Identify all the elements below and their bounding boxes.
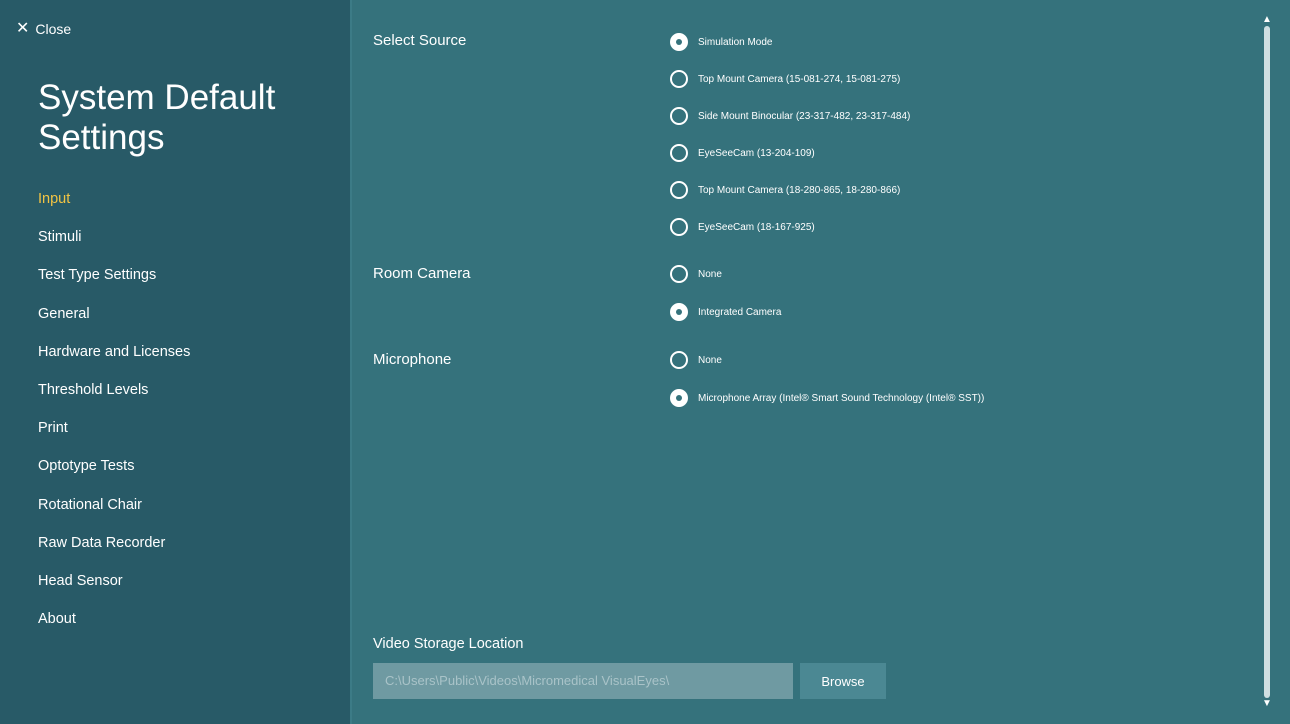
- radio-circle: [670, 351, 688, 369]
- video-storage-label: Video Storage Location: [373, 636, 524, 652]
- radio-label: Simulation Mode: [698, 36, 773, 48]
- radio-label: None: [698, 268, 722, 280]
- select-source-label: Select Source: [373, 32, 467, 49]
- room-camera-radio-none[interactable]: None: [670, 264, 722, 284]
- radio-label: EyeSeeCam (13-204-109): [698, 147, 815, 159]
- nav-item-print[interactable]: Print: [38, 417, 190, 455]
- radio-label: Side Mount Binocular (23-317-482, 23-317…: [698, 110, 911, 122]
- source-radio-top-mount-camera-1[interactable]: Top Mount Camera (15-081-274, 15-081-275…: [670, 69, 900, 89]
- radio-circle: [670, 265, 688, 283]
- source-radio-eyeseecam-2[interactable]: EyeSeeCam (18-167-925): [670, 217, 815, 237]
- close-label: Close: [35, 21, 72, 37]
- close-button[interactable]: ✕ Close: [16, 20, 72, 38]
- browse-button[interactable]: Browse: [800, 663, 886, 699]
- room-camera-label: Room Camera: [373, 265, 471, 282]
- radio-label: Top Mount Camera (15-081-274, 15-081-275…: [698, 73, 901, 85]
- radio-label: EyeSeeCam (18-167-925): [698, 221, 815, 233]
- radio-circle: [670, 33, 688, 51]
- microphone-radio-none[interactable]: None: [670, 350, 722, 370]
- nav-item-stimuli[interactable]: Stimuli: [38, 226, 190, 264]
- radio-label: None: [698, 354, 722, 366]
- microphone-label: Microphone: [373, 351, 452, 368]
- nav-item-threshold-levels[interactable]: Threshold Levels: [38, 379, 190, 417]
- source-radio-simulation-mode[interactable]: Simulation Mode: [670, 32, 772, 52]
- radio-circle: [670, 218, 688, 236]
- room-camera-radio-integrated[interactable]: Integrated Camera: [670, 302, 781, 322]
- radio-circle: [670, 144, 688, 162]
- video-storage-path-field[interactable]: C:\Users\Public\Videos\Micromedical Visu…: [373, 663, 793, 699]
- nav-item-about[interactable]: About: [38, 608, 190, 646]
- nav-item-hardware-and-licenses[interactable]: Hardware and Licenses: [38, 341, 190, 379]
- radio-circle: [670, 70, 688, 88]
- radio-circle: [670, 389, 688, 407]
- microphone-radio-array[interactable]: Microphone Array (Intel® Smart Sound Tec…: [670, 388, 984, 408]
- nav-item-head-sensor[interactable]: Head Sensor: [38, 570, 190, 608]
- nav-item-input[interactable]: Input: [38, 188, 190, 226]
- nav-item-optotype-tests[interactable]: Optotype Tests: [38, 455, 190, 493]
- radio-circle: [670, 303, 688, 321]
- radio-label: Integrated Camera: [698, 306, 782, 318]
- source-radio-side-mount-binocular[interactable]: Side Mount Binocular (23-317-482, 23-317…: [670, 106, 910, 126]
- page-title: System Default Settings: [38, 78, 276, 157]
- nav-item-test-type-settings[interactable]: Test Type Settings: [38, 264, 190, 302]
- settings-panel: Select Source Simulation Mode Top Mount …: [354, 0, 1290, 724]
- scroll-up-arrow-icon[interactable]: ▲: [1260, 14, 1274, 26]
- sidebar: ✕ Close System Default Settings Input St…: [0, 0, 352, 724]
- source-radio-top-mount-camera-2[interactable]: Top Mount Camera (18-280-865, 18-280-866…: [670, 180, 900, 200]
- nav-item-general[interactable]: General: [38, 303, 190, 341]
- vertical-scrollbar[interactable]: ▲ ▼: [1260, 14, 1274, 710]
- nav-item-raw-data-recorder[interactable]: Raw Data Recorder: [38, 532, 190, 570]
- close-icon: ✕: [16, 20, 30, 37]
- scroll-thumb[interactable]: [1264, 26, 1270, 698]
- radio-label: Microphone Array (Intel® Smart Sound Tec…: [698, 392, 985, 404]
- radio-circle: [670, 107, 688, 125]
- nav-item-rotational-chair[interactable]: Rotational Chair: [38, 494, 190, 532]
- scroll-down-arrow-icon[interactable]: ▼: [1260, 698, 1274, 710]
- settings-nav: Input Stimuli Test Type Settings General…: [38, 188, 190, 646]
- radio-circle: [670, 181, 688, 199]
- radio-label: Top Mount Camera (18-280-865, 18-280-866…: [698, 184, 901, 196]
- source-radio-eyeseecam-1[interactable]: EyeSeeCam (13-204-109): [670, 143, 815, 163]
